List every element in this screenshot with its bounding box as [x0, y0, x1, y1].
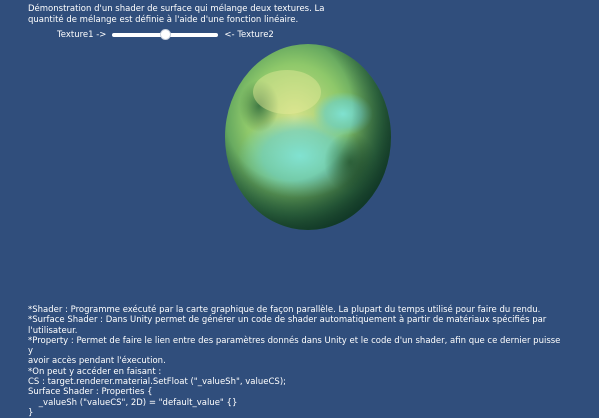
blended-sphere	[225, 44, 391, 230]
note-line: l'utilisateur.	[28, 325, 78, 336]
description: Démonstration d'un shader de surface qui…	[28, 4, 358, 26]
description-line: quantité de mélange est définie à l'aide…	[28, 15, 299, 25]
note-line: CS : target.renderer.material.SetFloat (…	[28, 377, 286, 388]
note-line: }	[28, 407, 34, 418]
description-line: Démonstration d'un shader de surface qui…	[28, 4, 325, 14]
note-line: *On peut y accéder en faisant :	[28, 366, 162, 377]
notes: *Shader : Programme exécuté par la carte…	[28, 305, 568, 418]
sphere-shading	[225, 44, 391, 230]
slider-right-label: <- Texture2	[224, 30, 274, 40]
note-line: avoir accès pendant l'éxecution.	[28, 356, 166, 367]
note-line: Surface Shader : Properties {	[28, 387, 153, 398]
blend-slider-row: Texture1 -> <- Texture2	[57, 29, 274, 41]
note-line: *Property : Permet de faire le lien entr…	[28, 335, 561, 357]
slider-left-label: Texture1 ->	[57, 30, 107, 40]
blend-slider[interactable]	[112, 29, 219, 41]
note-line: *Surface Shader : Dans Unity permet de g…	[28, 315, 547, 326]
note-line: *Shader : Programme exécuté par la carte…	[28, 305, 541, 315]
slider-thumb[interactable]	[159, 29, 171, 40]
